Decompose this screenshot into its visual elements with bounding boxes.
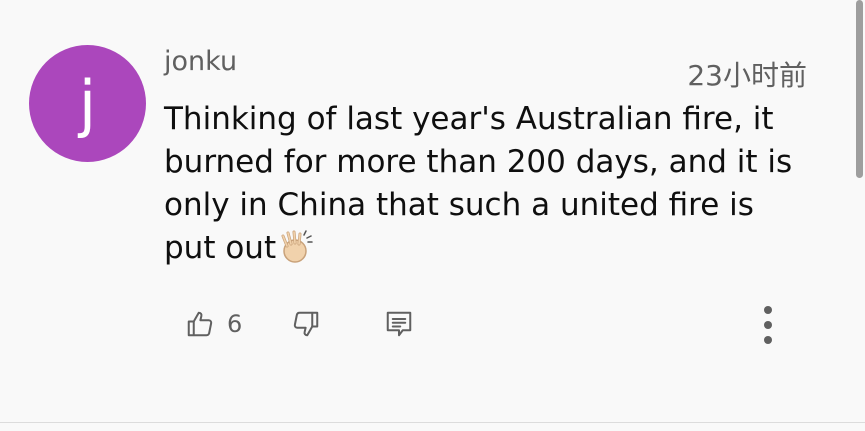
comment-item: j jonku 23小时前 Thinking of last year's Au… xyxy=(0,0,865,431)
dislike-button[interactable] xyxy=(289,306,323,342)
scrollbar[interactable] xyxy=(855,0,865,431)
scrollbar-thumb[interactable] xyxy=(856,0,863,178)
more-actions-button[interactable] xyxy=(752,303,784,347)
divider xyxy=(0,422,865,423)
like-count: 6 xyxy=(227,310,243,338)
clapping-hands-icon xyxy=(278,230,314,276)
reply-comment-icon xyxy=(387,311,412,337)
like-button[interactable] xyxy=(183,306,217,342)
thumbs-up-icon xyxy=(187,311,213,337)
avatar-letter: j xyxy=(78,67,97,140)
reply-button[interactable] xyxy=(382,306,416,342)
comment-timestamp: 23小时前 xyxy=(687,59,807,92)
avatar[interactable]: j xyxy=(29,45,146,162)
comment-actions: 6 xyxy=(183,305,416,343)
comment-body: Thinking of last year's Australian fire,… xyxy=(164,98,804,276)
comment-text: Thinking of last year's Australian fire,… xyxy=(164,101,793,266)
thumbs-down-icon xyxy=(294,311,319,337)
more-vertical-icon xyxy=(764,306,772,344)
comment-author[interactable]: jonku xyxy=(164,46,237,77)
